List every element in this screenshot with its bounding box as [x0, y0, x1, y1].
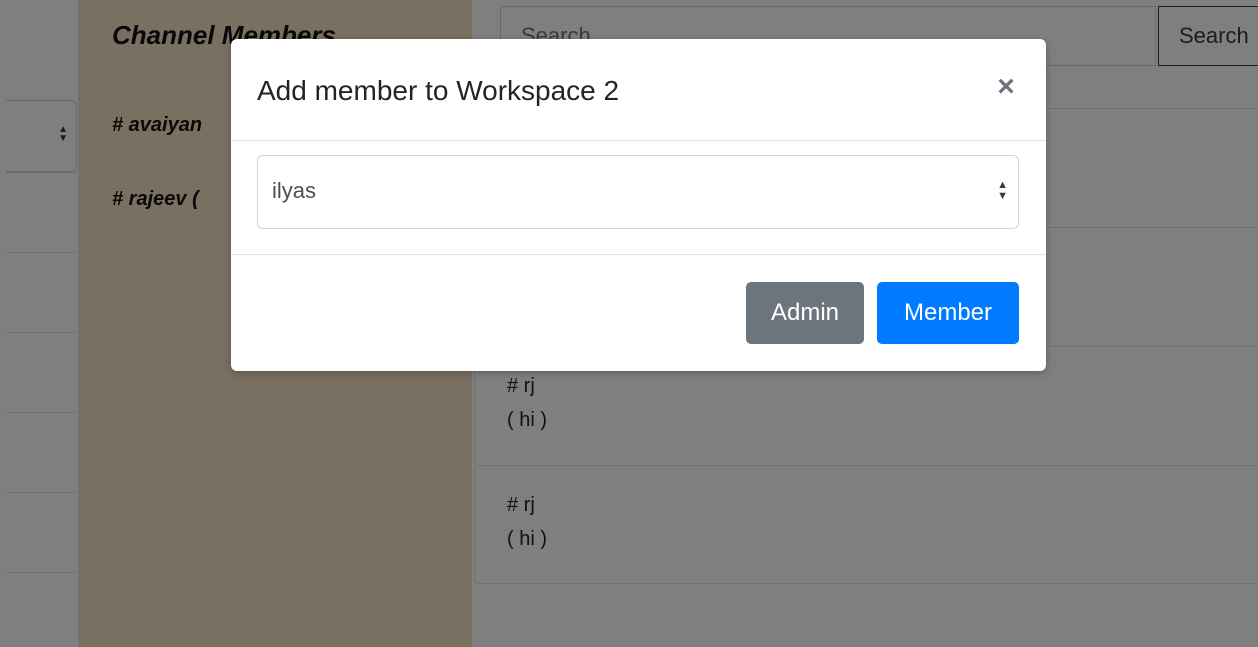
modal-body: ilyas ▲ ▼ — [231, 141, 1046, 255]
up-down-caret-icon: ▲▼ — [997, 179, 1008, 202]
member-select[interactable]: ilyas ▲ ▼ — [257, 155, 1019, 229]
admin-button[interactable]: Admin — [746, 282, 864, 344]
close-icon[interactable]: × — [990, 71, 1022, 103]
modal-footer: Admin Member — [231, 255, 1046, 371]
app-page: ▲▼ Channel Members # avaiyan # rajeev ( … — [0, 0, 1258, 647]
member-button[interactable]: Member — [877, 282, 1019, 344]
member-select-value: ilyas — [272, 178, 317, 203]
modal-title: Add member to Workspace 2 — [257, 75, 620, 106]
add-member-modal: Add member to Workspace 2 × ilyas ▲ ▼ Adm… — [231, 39, 1046, 371]
modal-header: Add member to Workspace 2 × — [231, 39, 1046, 141]
